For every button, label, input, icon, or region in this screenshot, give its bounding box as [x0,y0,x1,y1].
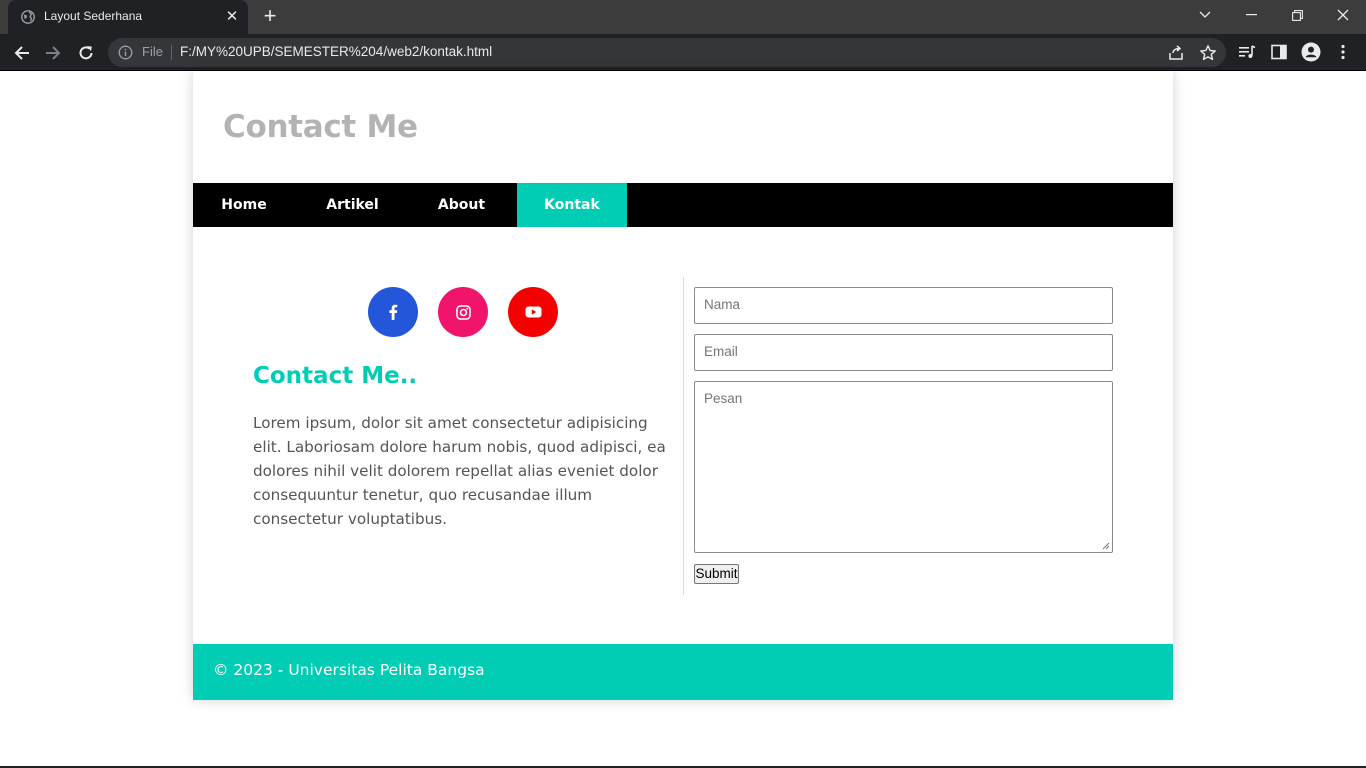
facebook-icon [389,304,398,320]
message-placeholder: Pesan [704,391,743,406]
profile-button[interactable] [1301,42,1321,62]
nav-kontak[interactable]: Kontak [517,183,627,227]
profile-icon [1301,42,1321,62]
arrow-right-icon [46,46,61,60]
youtube-button[interactable] [508,287,558,337]
browser-toolbar: File F:/MY%20UPB/SEMESTER%204/web2/konta… [0,34,1366,71]
nav-home[interactable]: Home [193,183,295,227]
new-tab-button[interactable]: + [259,5,281,28]
browser-tab-bar: Layout Sederhana ✕ + [0,0,1366,34]
column-divider [683,277,684,595]
instagram-icon [455,304,471,320]
omnibox-divider [171,45,172,60]
address-bar[interactable]: File F:/MY%20UPB/SEMESTER%204/web2/konta… [108,38,1226,67]
nav-about[interactable]: About [410,183,513,227]
message-textarea[interactable]: Pesan [694,381,1113,553]
share-icon[interactable] [1167,44,1185,62]
arrow-left-icon [14,46,29,60]
email-input[interactable]: Email [694,334,1113,371]
main-navbar: Home Artikel About Kontak [193,183,1173,227]
minimize-button[interactable] [1228,0,1274,30]
close-icon [1337,9,1349,21]
restore-icon [1291,9,1303,21]
footer-copyright: © 2023 - Universitas Pelita Bangsa [213,661,485,679]
more-vertical-icon [1341,44,1345,60]
side-panel-icon [1271,44,1287,60]
resize-grip-icon[interactable] [1102,542,1110,550]
tab-search-button[interactable] [1182,0,1228,30]
info-icon[interactable] [118,45,133,60]
security-label: File [142,44,163,59]
globe-icon [21,10,35,24]
nav-artikel[interactable]: Artikel [295,183,410,227]
side-panel-button[interactable] [1269,42,1289,62]
site-footer: © 2023 - Universitas Pelita Bangsa [193,644,1173,700]
site-title: Contact Me [223,109,418,145]
back-button[interactable] [9,40,35,66]
page-container: Contact Me Home Artikel About Kontak Con… [193,71,1173,700]
forward-button[interactable] [40,40,66,66]
youtube-icon [525,306,541,318]
close-window-button[interactable] [1320,0,1366,30]
restore-button[interactable] [1274,0,1320,30]
contact-heading: Contact Me.. [253,363,418,389]
name-input[interactable]: Nama [694,287,1113,324]
bookmark-star-icon[interactable] [1199,44,1217,62]
facebook-button[interactable] [368,287,418,337]
tab-title: Layout Sederhana [44,9,143,23]
contact-info-column: Contact Me.. Lorem ipsum, dolor sit amet… [193,277,683,595]
page-viewport: Contact Me Home Artikel About Kontak Con… [0,71,1366,768]
reload-button[interactable] [73,40,99,66]
playlist-icon [1239,45,1256,58]
reload-icon [79,46,93,60]
instagram-button[interactable] [438,287,488,337]
menu-button[interactable] [1333,42,1353,62]
browser-tab[interactable]: Layout Sederhana ✕ [8,0,248,34]
media-control-button[interactable] [1237,42,1257,62]
chevron-down-icon [1199,11,1211,18]
submit-button[interactable]: Submit [694,564,739,584]
url-text[interactable]: F:/MY%20UPB/SEMESTER%204/web2/kontak.htm… [180,44,492,59]
minimize-icon [1245,14,1257,16]
close-tab-icon[interactable]: ✕ [224,8,240,24]
contact-description: Lorem ipsum, dolor sit amet consectetur … [253,414,666,528]
